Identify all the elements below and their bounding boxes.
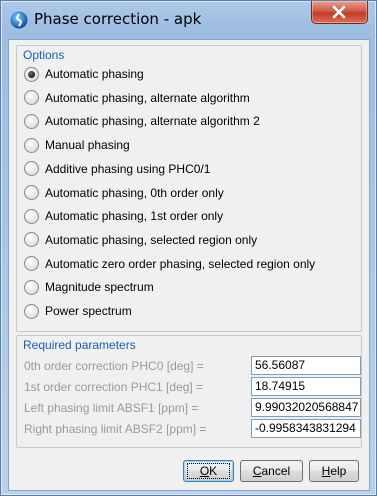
radio-label: Magnitude spectrum bbox=[45, 280, 154, 295]
radio-label: Automatic phasing, alternate algorithm 2 bbox=[45, 114, 260, 129]
cancel-button[interactable]: Cancel bbox=[240, 460, 303, 482]
parameter-row: Right phasing limit ABSF2 [ppm] = -0.9958… bbox=[24, 419, 361, 439]
parameter-input[interactable]: -0.9958343831294 bbox=[251, 419, 361, 438]
help-button[interactable]: Help bbox=[309, 460, 359, 482]
radio-option[interactable]: Automatic phasing, alternate algorithm 2 bbox=[24, 111, 260, 131]
radio-option[interactable]: Automatic phasing, 1st order only bbox=[24, 206, 223, 226]
radio-label: Automatic phasing, 0th order only bbox=[45, 185, 224, 200]
radio-option[interactable]: Additive phasing using PHC0/1 bbox=[24, 159, 210, 179]
parameters-group: Required parameters 0th order correction… bbox=[16, 335, 362, 448]
parameter-input[interactable]: 9.99032020568847 bbox=[251, 398, 361, 417]
radio-button[interactable] bbox=[24, 279, 39, 295]
dialog-window: Phase correction - apk Options Automatic… bbox=[0, 0, 377, 496]
radio-button[interactable] bbox=[24, 208, 39, 224]
parameter-row: 1st order correction PHC1 [deg] = 18.7491… bbox=[24, 377, 361, 397]
radio-label: Automatic zero order phasing, selected r… bbox=[45, 256, 316, 271]
parameter-label: 0th order correction PHC0 [deg] = bbox=[24, 359, 204, 373]
radio-button[interactable] bbox=[24, 303, 39, 319]
parameter-label: Left phasing limit ABSF1 [ppm] = bbox=[24, 401, 199, 415]
radio-option[interactable]: Automatic phasing bbox=[24, 64, 144, 84]
radio-label: Automatic phasing, selected region only bbox=[45, 232, 258, 247]
radio-button[interactable] bbox=[24, 66, 39, 82]
radio-option[interactable]: Automatic phasing, selected region only bbox=[24, 230, 257, 250]
parameter-input[interactable]: 56.56087 bbox=[251, 356, 361, 375]
parameter-label: Right phasing limit ABSF2 [ppm] = bbox=[24, 422, 207, 436]
radio-option[interactable]: Manual phasing bbox=[24, 135, 130, 155]
radio-option[interactable]: Automatic phasing, alternate algorithm bbox=[24, 88, 250, 108]
dialog-content: Options Automatic phasing Automatic phasi… bbox=[8, 39, 370, 491]
parameters-group-title: Required parameters bbox=[23, 338, 136, 352]
ok-button[interactable]: OK bbox=[183, 460, 234, 482]
radio-button[interactable] bbox=[24, 232, 39, 248]
options-group: Options Automatic phasing Automatic phasi… bbox=[16, 45, 362, 332]
window-title: Phase correction - apk bbox=[34, 10, 202, 28]
radio-option[interactable]: Magnitude spectrum bbox=[24, 277, 154, 297]
radio-label: Power spectrum bbox=[45, 304, 132, 318]
radio-button[interactable] bbox=[24, 185, 39, 200]
parameter-label: 1st order correction PHC1 [deg] = bbox=[24, 380, 204, 394]
app-icon bbox=[10, 11, 28, 29]
radio-button[interactable] bbox=[24, 90, 39, 106]
radio-button[interactable] bbox=[24, 137, 39, 153]
radio-option[interactable]: Power spectrum bbox=[24, 301, 132, 321]
focus-indicator bbox=[187, 463, 230, 479]
radio-label: Automatic phasing, 1st order only bbox=[45, 209, 224, 224]
radio-button[interactable] bbox=[24, 161, 39, 177]
close-icon bbox=[332, 5, 346, 19]
radio-button[interactable] bbox=[24, 113, 39, 129]
close-button[interactable] bbox=[311, 1, 368, 24]
title-bar[interactable]: Phase correction - apk bbox=[1, 1, 376, 37]
radio-label: Automatic phasing bbox=[45, 67, 144, 81]
options-group-title: Options bbox=[23, 48, 65, 62]
radio-label: Additive phasing using PHC0/1 bbox=[45, 161, 211, 176]
parameter-input[interactable]: 18.74915 bbox=[251, 377, 361, 396]
radio-label: Automatic phasing, alternate algorithm bbox=[45, 90, 250, 105]
radio-option[interactable]: Automatic zero order phasing, selected r… bbox=[24, 254, 315, 274]
radio-button[interactable] bbox=[24, 256, 39, 272]
parameter-row: Left phasing limit ABSF1 [ppm] = 9.990320… bbox=[24, 398, 361, 418]
parameter-row: 0th order correction PHC0 [deg] = 56.5608… bbox=[24, 356, 361, 376]
radio-label: Manual phasing bbox=[45, 138, 130, 153]
radio-option[interactable]: Automatic phasing, 0th order only bbox=[24, 183, 224, 203]
